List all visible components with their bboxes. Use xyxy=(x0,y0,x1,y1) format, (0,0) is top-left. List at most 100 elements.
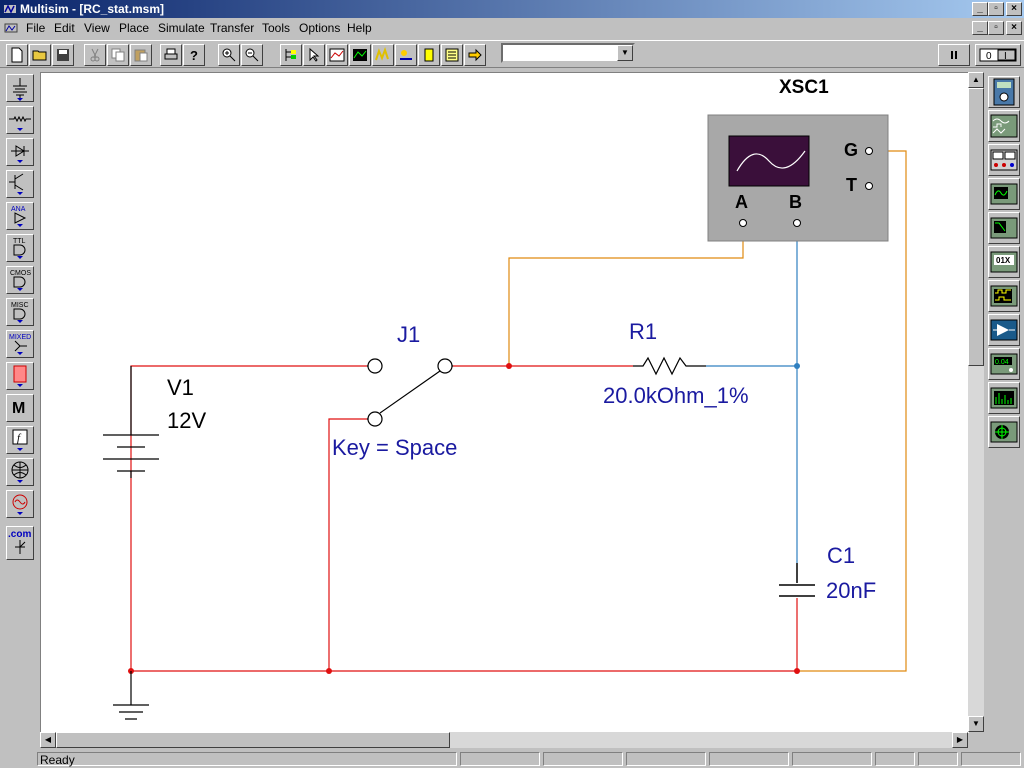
menu-simulate[interactable]: Simulate xyxy=(158,21,205,35)
diodes-button[interactable] xyxy=(6,138,34,166)
wizard-button[interactable] xyxy=(395,44,417,66)
dotcom-icon: .com xyxy=(8,529,31,554)
indicators-button[interactable] xyxy=(6,362,34,390)
horizontal-scrollbar[interactable]: ◀ ▶ xyxy=(40,732,968,748)
controls-icon: f xyxy=(12,429,28,451)
in-use-list-combo[interactable]: ▼ xyxy=(501,43,635,63)
resistor-symbol[interactable] xyxy=(633,356,706,376)
ground-symbol[interactable] xyxy=(113,671,149,720)
oscilloscope-instrument[interactable] xyxy=(707,114,889,242)
open-button[interactable] xyxy=(29,44,51,66)
misc-digital-button[interactable]: MISC xyxy=(6,298,34,326)
new-button[interactable] xyxy=(6,44,28,66)
restore-button[interactable]: ▫ xyxy=(988,2,1004,16)
paste-button[interactable] xyxy=(130,44,152,66)
help-button[interactable]: ? xyxy=(183,44,205,66)
capacitor-value-label: 20nF xyxy=(826,578,877,603)
distortion-analyzer-button[interactable]: 0.04 xyxy=(988,348,1020,380)
electromechanical-icon xyxy=(12,494,28,515)
logic-converter-button[interactable] xyxy=(988,314,1020,346)
basic-icon xyxy=(9,115,31,131)
svg-text:01X: 01X xyxy=(996,256,1011,265)
basic-button[interactable] xyxy=(6,106,34,134)
bode-plotter-button[interactable] xyxy=(988,212,1020,244)
vertical-scrollbar[interactable]: ▲ ▼ xyxy=(968,72,984,732)
menu-file[interactable]: File xyxy=(26,21,45,35)
doc-close-button[interactable]: × xyxy=(1006,21,1022,35)
pointer-icon xyxy=(309,47,320,62)
pointer-button[interactable] xyxy=(303,44,325,66)
transistors-button[interactable] xyxy=(6,170,34,198)
spectrum-analyzer-button[interactable] xyxy=(988,382,1020,414)
pause-icon xyxy=(951,51,957,59)
menu-view[interactable]: View xyxy=(84,21,110,35)
zoom-out-icon xyxy=(245,48,259,62)
analog-button[interactable]: ANA xyxy=(6,202,34,230)
svg-text:M: M xyxy=(12,400,25,417)
save-button[interactable] xyxy=(52,44,74,66)
minimize-button[interactable]: _ xyxy=(972,2,988,16)
sources-button[interactable] xyxy=(6,74,34,102)
component-button[interactable] xyxy=(418,44,440,66)
ttl-button[interactable]: TTL xyxy=(6,234,34,262)
menu-edit[interactable]: Edit xyxy=(54,21,75,35)
list-button[interactable] xyxy=(441,44,463,66)
menu-help[interactable]: Help xyxy=(347,21,372,35)
scope-channel-a-label: A xyxy=(735,192,748,212)
scroll-left-icon[interactable]: ◀ xyxy=(40,732,56,748)
component-tree-button[interactable] xyxy=(280,44,302,66)
component-toolbar: ANA TTL CMOS MISC MIXED M f .com xyxy=(3,74,35,562)
simulate-switch[interactable]: 0I xyxy=(975,44,1021,66)
status-cell-4 xyxy=(626,752,706,766)
cut-button[interactable] xyxy=(84,44,106,66)
postprocessor-button[interactable] xyxy=(349,44,371,66)
copy-button[interactable] xyxy=(107,44,129,66)
multimeter-button[interactable] xyxy=(988,76,1020,108)
zoom-in-button[interactable] xyxy=(218,44,240,66)
capacitor-symbol[interactable] xyxy=(779,563,815,671)
help-icon: ? xyxy=(190,48,198,63)
scroll-right-icon[interactable]: ▶ xyxy=(952,732,968,748)
scroll-down-icon[interactable]: ▼ xyxy=(968,716,984,732)
grapher-button[interactable] xyxy=(326,44,348,66)
word-generator-button[interactable]: 01X xyxy=(988,246,1020,278)
menu-bar: File Edit View Place Simulate Transfer T… xyxy=(0,18,1024,38)
zoom-out-button[interactable] xyxy=(241,44,263,66)
print-button[interactable] xyxy=(160,44,182,66)
bode-plotter-icon xyxy=(990,217,1018,239)
document-icon[interactable] xyxy=(4,21,18,35)
forward-button[interactable] xyxy=(464,44,486,66)
logic-analyzer-button[interactable] xyxy=(988,280,1020,312)
forward-arrow-icon xyxy=(468,48,482,62)
rf-button[interactable] xyxy=(6,458,34,486)
electromechanical-button[interactable] xyxy=(6,490,34,518)
schematic-canvas[interactable]: XSC1 A B G T V1 12V J1 Key = Space R1 20… xyxy=(40,72,969,733)
ttl-icon: TTL xyxy=(13,238,26,259)
switch-symbol[interactable] xyxy=(367,358,453,427)
multimeter-icon xyxy=(993,78,1015,106)
close-button[interactable]: × xyxy=(1006,2,1022,16)
scroll-up-icon[interactable]: ▲ xyxy=(968,72,984,88)
controls-button[interactable]: f xyxy=(6,426,34,454)
pause-button[interactable] xyxy=(938,44,970,66)
mixed-button[interactable]: MIXED xyxy=(6,330,34,358)
oscilloscope-button[interactable] xyxy=(988,178,1020,210)
horizontal-scroll-thumb[interactable] xyxy=(56,732,450,748)
menu-options[interactable]: Options xyxy=(299,21,340,35)
menu-tools[interactable]: Tools xyxy=(262,21,290,35)
function-generator-button[interactable] xyxy=(988,110,1020,142)
wattmeter-button[interactable] xyxy=(988,144,1020,176)
cmos-button[interactable]: CMOS xyxy=(6,266,34,294)
analysis-button[interactable] xyxy=(372,44,394,66)
menu-transfer[interactable]: Transfer xyxy=(210,21,254,35)
dotcom-button[interactable]: .com xyxy=(6,526,34,560)
vertical-scroll-thumb[interactable] xyxy=(968,88,984,366)
menu-place[interactable]: Place xyxy=(119,21,149,35)
wire-scope-a[interactable] xyxy=(508,225,744,366)
misc-button[interactable]: M xyxy=(6,394,34,422)
analysis-icon xyxy=(375,47,389,61)
network-analyzer-button[interactable] xyxy=(988,416,1020,448)
doc-minimize-button[interactable]: _ xyxy=(972,21,988,35)
chevron-down-icon[interactable]: ▼ xyxy=(617,45,633,61)
doc-restore-button[interactable]: ▫ xyxy=(988,21,1004,35)
